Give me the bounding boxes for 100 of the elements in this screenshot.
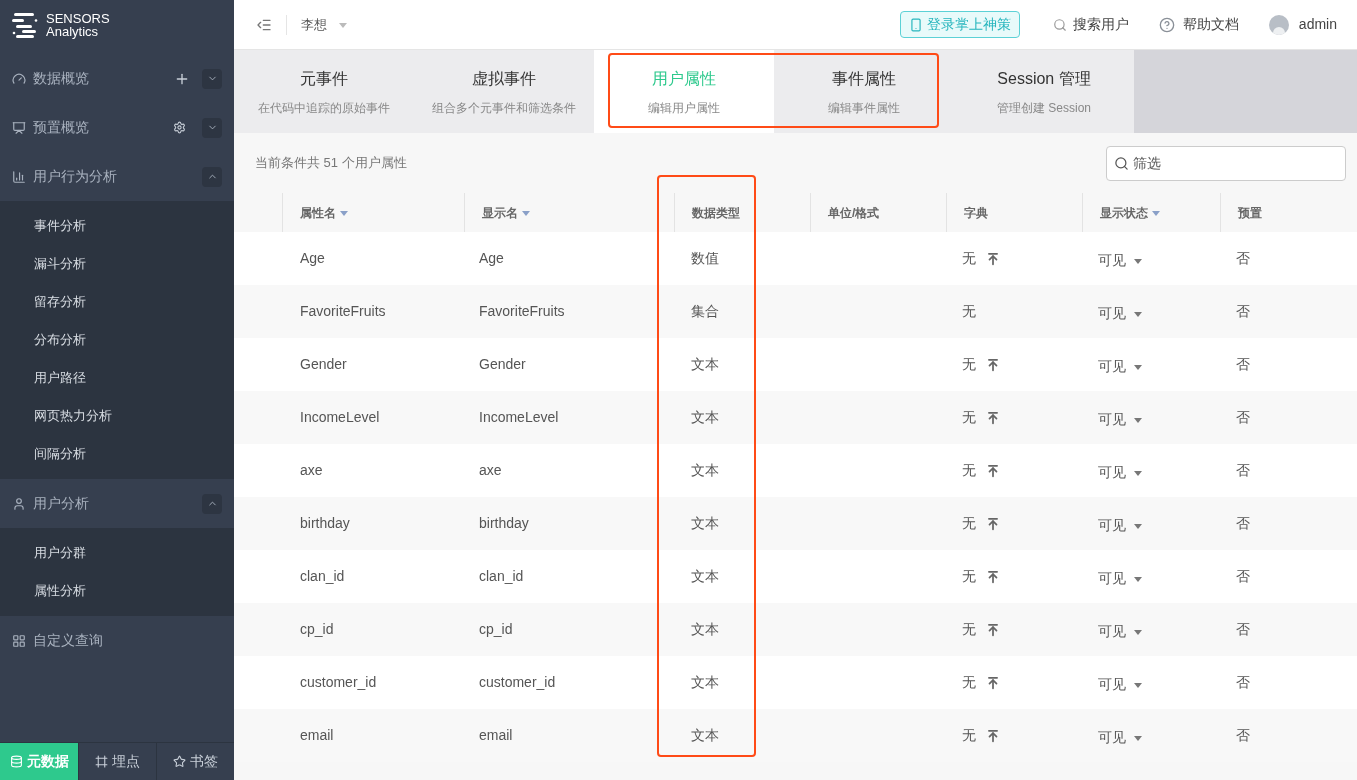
logo-text: SENSORS — [46, 12, 110, 25]
nav-item[interactable]: 自定义查询 — [0, 616, 234, 665]
caret-icon — [1134, 470, 1142, 476]
toggle-button[interactable] — [202, 117, 222, 138]
table-cell: birthday — [300, 515, 350, 531]
user-icon — [12, 496, 26, 511]
count-text: 当前条件共 51 个用户属性 — [255, 154, 407, 173]
database-icon — [9, 755, 23, 768]
table-cell: customer_id — [300, 674, 377, 690]
tab[interactable]: 事件属性 编辑事件属性 — [774, 50, 954, 133]
table-cell: clan_id — [479, 568, 524, 584]
table-cell-text: 无 — [962, 461, 976, 480]
search-icon — [1114, 155, 1129, 171]
project-selector[interactable]: 李想 — [301, 14, 347, 35]
caret-icon — [1134, 576, 1142, 582]
table-cell: Age — [300, 250, 325, 266]
tab[interactable]: 元事件 在代码中追踪的原始事件 — [234, 50, 414, 133]
submenu-item[interactable]: 用户路径 — [0, 359, 234, 397]
submenu-item[interactable]: 间隔分析 — [0, 435, 234, 473]
tab[interactable]: 用户属性 编辑用户属性 — [594, 50, 774, 133]
nav-item[interactable]: 用户分析 — [0, 479, 234, 528]
status-dropdown[interactable]: 可见 — [1098, 405, 1142, 430]
upload-icon[interactable] — [986, 357, 1000, 372]
status-dropdown[interactable]: 可见 — [1098, 352, 1142, 377]
filter-field[interactable]: 筛选 — [1106, 145, 1346, 181]
grid-icon — [12, 633, 26, 648]
table-cell: 否 — [1236, 568, 1250, 584]
toggle-button[interactable] — [202, 68, 222, 89]
submenu-item[interactable]: 网页热力分析 — [0, 397, 234, 435]
table-cell: 文本 — [691, 515, 719, 531]
upload-icon[interactable] — [986, 516, 1000, 531]
tab[interactable]: 虚拟事件 组合多个元事件和筛选条件 — [414, 50, 594, 133]
table-cell: 否 — [1236, 515, 1250, 531]
avatar-icon — [1268, 14, 1289, 35]
table-cell: 否 — [1236, 727, 1250, 743]
nav-label: 用户分析 — [33, 494, 90, 513]
chart-board-icon — [12, 120, 26, 135]
search-icon — [1052, 17, 1067, 32]
submenu-item[interactable]: 属性分析 — [0, 572, 234, 610]
table-cell: 文本 — [691, 568, 719, 584]
star-icon — [173, 755, 186, 768]
upload-icon[interactable] — [986, 675, 1000, 690]
table-cell: 文本 — [691, 727, 719, 743]
submenu-item[interactable]: 事件分析 — [0, 207, 234, 245]
status-dropdown[interactable]: 可见 — [1098, 723, 1142, 748]
nav-item[interactable]: 用户行为分析 — [0, 152, 234, 201]
status-dropdown[interactable]: 可见 — [1098, 617, 1142, 642]
table-cell: IncomeLevel — [300, 409, 380, 425]
table-cell: 否 — [1236, 356, 1250, 372]
nav-label: 自定义查询 — [33, 631, 104, 650]
status-dropdown[interactable]: 可见 — [1098, 299, 1142, 324]
toggle-button[interactable] — [202, 166, 222, 187]
table-cell: Age — [479, 250, 504, 266]
table-cell: birthday — [479, 515, 529, 531]
status-dropdown[interactable]: 可见 — [1098, 246, 1142, 271]
nav-label: 数据概览 — [33, 69, 90, 88]
logo-text: Analytics — [46, 25, 100, 38]
status-dropdown[interactable]: 可见 — [1098, 670, 1142, 695]
table-cell: customer_id — [479, 674, 556, 690]
status-dropdown[interactable]: 可见 — [1098, 458, 1142, 483]
status-dropdown[interactable]: 可见 — [1098, 564, 1142, 589]
table-cell-text: 无 — [962, 673, 976, 692]
settings-icon[interactable] — [173, 121, 186, 134]
upload-icon[interactable] — [986, 410, 1000, 425]
table-cell: email — [300, 727, 334, 743]
table-cell-text: 无 — [962, 408, 976, 427]
gauge-icon — [12, 71, 26, 86]
submenu-item[interactable]: 分布分析 — [0, 321, 234, 359]
table-cell: email — [479, 727, 513, 743]
upload-icon[interactable] — [986, 728, 1000, 743]
caret-icon — [1134, 523, 1142, 529]
caret-icon — [1134, 364, 1142, 370]
submenu-item[interactable]: 留存分析 — [0, 283, 234, 321]
caret-icon — [1134, 682, 1142, 688]
help-link[interactable]: 帮助文档 — [1158, 14, 1239, 35]
table-cell: 否 — [1236, 462, 1250, 478]
status-dropdown[interactable]: 可见 — [1098, 511, 1142, 536]
submenu-item[interactable]: 漏斗分析 — [0, 245, 234, 283]
caret-icon — [1134, 258, 1142, 264]
nav-item[interactable]: 数据概览 — [0, 54, 234, 103]
caret-icon — [1134, 311, 1142, 317]
sort-caret-icon — [340, 210, 348, 216]
phone-icon — [908, 17, 923, 32]
upload-icon[interactable] — [986, 569, 1000, 584]
table-cell-text: 无 — [962, 249, 976, 268]
table-cell-text: 无 — [962, 514, 976, 533]
submenu-item[interactable]: 用户分群 — [0, 534, 234, 572]
upload-icon[interactable] — [986, 251, 1000, 266]
toggle-button[interactable] — [202, 493, 222, 514]
table-cell: 文本 — [691, 356, 719, 372]
tab[interactable]: Session 管理 管理创建 Session — [954, 50, 1134, 133]
bottom-tab[interactable]: 埋点 — [78, 743, 156, 780]
search-users-link[interactable]: 搜索用户 — [1052, 14, 1129, 35]
upload-icon[interactable] — [986, 463, 1000, 478]
user-menu[interactable]: admin — [1268, 14, 1337, 35]
table-cell: 文本 — [691, 621, 719, 637]
upload-icon[interactable] — [986, 622, 1000, 637]
table-cell: cp_id — [300, 621, 334, 637]
caret-icon — [1134, 735, 1142, 741]
nav-item[interactable]: 预置概览 — [0, 103, 234, 152]
